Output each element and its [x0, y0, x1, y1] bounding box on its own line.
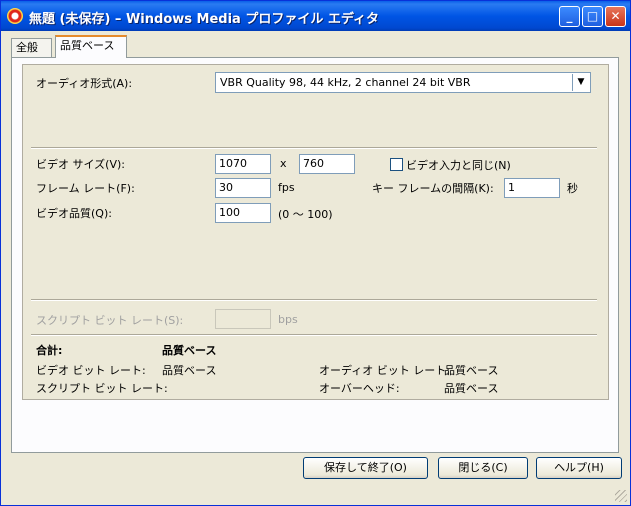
- maximize-button[interactable]: □: [582, 6, 603, 27]
- video-quality-label: ビデオ品質(Q):: [36, 207, 112, 220]
- save-and-close-button[interactable]: 保存して終了(O): [303, 457, 428, 479]
- audio-bitrate-value: 品質ベース: [444, 364, 499, 377]
- help-button[interactable]: ヘルプ(H): [536, 457, 622, 479]
- audio-format-label: オーディオ形式(A):: [36, 77, 133, 90]
- bps-unit: bps: [278, 313, 298, 326]
- video-size-label: ビデオ サイズ(V):: [36, 158, 125, 171]
- keyframe-interval-label: キー フレームの間隔(K):: [372, 182, 494, 195]
- tab-general[interactable]: 全般: [11, 38, 52, 58]
- minimize-button[interactable]: _: [559, 6, 580, 27]
- overhead-value: 品質ベース: [444, 382, 499, 395]
- frame-rate-label: フレーム レート(F):: [36, 182, 135, 195]
- video-bitrate-label: ビデオ ビット レート:: [36, 364, 146, 377]
- divider: [31, 147, 597, 149]
- video-bitrate-value: 品質ベース: [162, 364, 217, 377]
- frame-rate-input[interactable]: 30: [215, 178, 271, 198]
- same-as-input-checkbox[interactable]: [390, 158, 403, 171]
- audio-format-select[interactable]: VBR Quality 98, 44 kHz, 2 channel 24 bit…: [215, 72, 591, 93]
- audio-format-value: VBR Quality 98, 44 kHz, 2 channel 24 bit…: [220, 76, 471, 89]
- video-quality-input[interactable]: 100: [215, 203, 271, 223]
- divider: [31, 334, 597, 336]
- script-bitrate-label: スクリプト ビット レート(S):: [36, 314, 184, 327]
- video-height-input[interactable]: 760: [299, 154, 355, 174]
- settings-group: [22, 64, 609, 400]
- quality-range: (0 ～ 100): [278, 208, 333, 221]
- script-bitrate-input[interactable]: [215, 309, 271, 329]
- close-window-button[interactable]: ✕: [605, 6, 626, 27]
- script-bitrate-summary-label: スクリプト ビット レート:: [36, 382, 168, 395]
- overhead-label: オーバーヘッド:: [319, 382, 400, 395]
- video-width-input[interactable]: 1070: [215, 154, 271, 174]
- resize-grip-icon[interactable]: [615, 490, 627, 502]
- window-title: 無題 (未保存) – Windows Media プロファイル エディタ: [29, 12, 379, 27]
- chevron-down-icon[interactable]: ▼: [572, 74, 589, 91]
- app-icon: [7, 8, 23, 24]
- fps-unit: fps: [278, 181, 295, 194]
- divider: [31, 299, 597, 301]
- total-value: 品質ベース: [162, 344, 217, 357]
- total-label: 合計:: [36, 344, 63, 357]
- tab-quality-based[interactable]: 品質ベース: [55, 35, 127, 58]
- title-bar[interactable]: 無題 (未保存) – Windows Media プロファイル エディタ _ □…: [1, 1, 630, 31]
- audio-bitrate-label: オーディオ ビット レート:: [319, 364, 450, 377]
- size-separator: x: [280, 157, 287, 170]
- keyframe-interval-input[interactable]: 1: [504, 178, 560, 198]
- close-button[interactable]: 閉じる(C): [438, 457, 528, 479]
- profile-editor-window: 無題 (未保存) – Windows Media プロファイル エディタ _ □…: [0, 0, 631, 506]
- seconds-unit: 秒: [567, 182, 578, 195]
- same-as-input-label[interactable]: ビデオ入力と同じ(N): [406, 157, 511, 173]
